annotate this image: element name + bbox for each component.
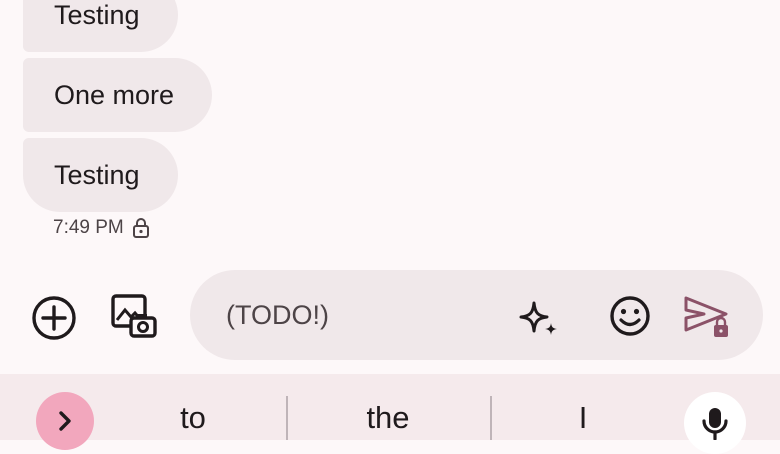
send-button[interactable] <box>682 294 732 340</box>
message-text: Testing <box>54 160 140 190</box>
message-text: Testing <box>54 0 140 30</box>
microphone-icon <box>702 408 728 440</box>
compose-box <box>190 270 763 360</box>
suggestion-word[interactable]: the <box>296 396 480 440</box>
sparkle-button[interactable] <box>518 297 560 337</box>
suggestion-word[interactable]: I <box>498 396 668 440</box>
emoji-button[interactable] <box>608 294 652 338</box>
chevron-right-icon <box>59 411 71 431</box>
lock-icon <box>132 218 149 238</box>
keyboard-suggestion-bar: to the I <box>0 374 780 454</box>
message-input[interactable] <box>226 299 506 331</box>
message-bubble[interactable]: Testing <box>23 0 178 52</box>
voice-input-button[interactable] <box>684 392 746 454</box>
add-attachment-button[interactable] <box>30 294 78 342</box>
message-timestamp-row: 7:49 PM <box>53 216 150 240</box>
suggestion-divider <box>490 396 492 440</box>
message-bubble[interactable]: One more <box>23 58 213 132</box>
message-bubble[interactable]: Testing <box>23 138 178 212</box>
keyboard-toolbar-expand-button[interactable] <box>36 392 94 450</box>
message-timestamp: 7:49 PM <box>53 217 124 238</box>
suggestion-divider <box>286 396 288 440</box>
message-text: One more <box>54 80 175 110</box>
gallery-camera-button[interactable] <box>107 292 159 340</box>
suggestion-word[interactable]: to <box>108 396 278 440</box>
